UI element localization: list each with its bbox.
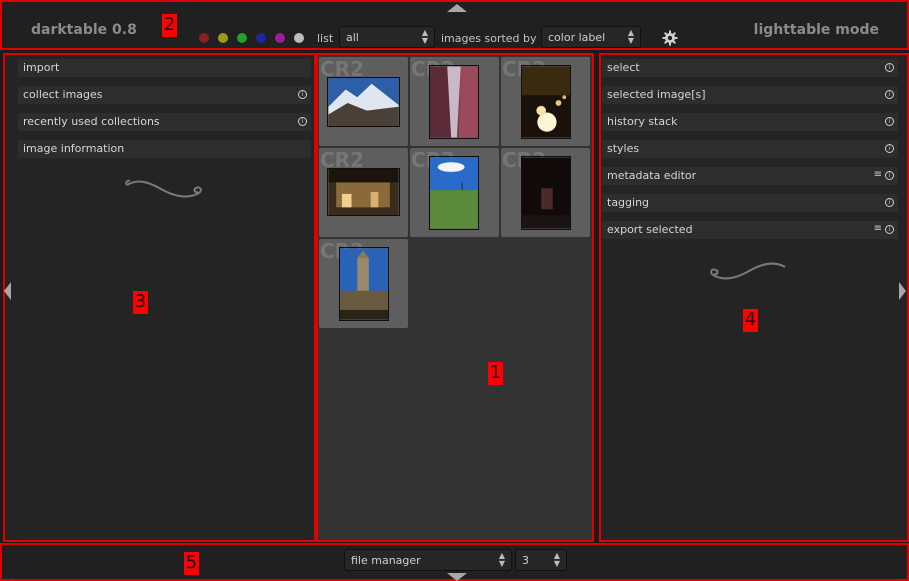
top-panel: darktable 0.8 list all ▲ ▼ images sorted …: [0, 0, 909, 50]
snowy-mountain-photo: [327, 77, 400, 127]
annotation-marker-5: 5: [184, 552, 199, 575]
module-label: export selected: [607, 223, 693, 236]
module-label: metadata editor: [607, 169, 697, 182]
red-alley-photo: [429, 65, 479, 139]
thumbnail[interactable]: CR2: [410, 148, 499, 237]
green-hill-photo: [429, 156, 479, 230]
module-collect-images[interactable]: collect images i: [18, 86, 311, 104]
right-panel: select i selected image[s] i history sta…: [599, 53, 909, 542]
presets-menu-icon[interactable]: ≡: [874, 223, 882, 234]
thumbnail[interactable]: CR2: [501, 57, 590, 146]
info-icon[interactable]: i: [885, 63, 894, 72]
module-label: selected image[s]: [607, 88, 706, 101]
color-label-purple-icon[interactable]: [275, 33, 285, 43]
ornament-swirl-icon: [710, 262, 786, 280]
view-layout-combo[interactable]: file manager ▲ ▼: [344, 549, 512, 571]
combo-arrows-icon: ▲ ▼: [421, 28, 428, 45]
zoom-value: 3: [522, 554, 529, 567]
module-label: import: [23, 61, 60, 74]
thumbnail[interactable]: CR2: [410, 57, 499, 146]
info-icon[interactable]: i: [885, 171, 894, 180]
info-icon[interactable]: i: [885, 90, 894, 99]
module-tagging[interactable]: tagging i: [602, 194, 898, 212]
presets-menu-icon[interactable]: ≡: [874, 169, 882, 180]
module-metadata-editor[interactable]: metadata editor ≡ i: [602, 167, 898, 185]
module-label: select: [607, 61, 640, 74]
list-filter-combo[interactable]: all ▲ ▼: [339, 26, 435, 48]
module-label: image information: [23, 142, 125, 155]
view-layout-value: file manager: [351, 554, 421, 567]
info-icon[interactable]: i: [885, 198, 894, 207]
thumbnail[interactable]: CR2: [501, 148, 590, 237]
combo-arrows-icon: ▲ ▼: [498, 551, 505, 568]
night-building-photo: [327, 168, 400, 216]
thumbnail[interactable]: CR2: [319, 148, 408, 237]
module-recently-used-collections[interactable]: recently used collections i: [18, 113, 311, 131]
module-styles[interactable]: styles i: [602, 140, 898, 158]
combo-arrows-icon: ▲ ▼: [627, 28, 634, 45]
module-history-stack[interactable]: history stack i: [602, 113, 898, 131]
color-label-yellow-icon[interactable]: [218, 33, 228, 43]
dark-doorway-photo: [521, 156, 571, 230]
collapse-bottom-arrow-icon[interactable]: [447, 573, 467, 581]
glowing-spheres-photo: [521, 65, 571, 139]
sorted-by-label: images sorted by: [441, 32, 537, 45]
list-filter-value: all: [346, 31, 359, 44]
module-label: recently used collections: [23, 115, 160, 128]
module-image-information[interactable]: image information: [18, 140, 311, 158]
module-export-selected[interactable]: export selected ≡ i: [602, 221, 898, 239]
module-label: tagging: [607, 196, 650, 209]
gear-icon[interactable]: [662, 30, 678, 46]
color-label-blue-icon[interactable]: [256, 33, 266, 43]
list-label: list: [317, 32, 334, 45]
info-icon[interactable]: i: [885, 144, 894, 153]
annotation-marker-1: 1: [488, 362, 503, 385]
module-selected-images[interactable]: selected image[s] i: [602, 86, 898, 104]
bottom-panel: file manager ▲ ▼ 3 ▲ ▼ 5: [0, 543, 909, 581]
info-icon[interactable]: i: [885, 225, 894, 234]
color-label-grey-icon[interactable]: [294, 33, 304, 43]
church-tower-photo: [339, 247, 389, 321]
thumbnail[interactable]: CR2: [319, 57, 408, 146]
ornament-swirl-icon: [125, 179, 202, 198]
info-icon[interactable]: i: [885, 117, 894, 126]
spinner-arrows-icon[interactable]: ▲ ▼: [554, 552, 560, 568]
module-import[interactable]: import: [18, 59, 311, 77]
module-label: styles: [607, 142, 640, 155]
sort-order-combo[interactable]: color label ▲ ▼: [541, 26, 641, 48]
collapse-right-arrow-icon[interactable]: [899, 282, 906, 300]
sort-order-value: color label: [548, 31, 606, 44]
color-label-green-icon[interactable]: [237, 33, 247, 43]
module-select[interactable]: select i: [602, 59, 898, 77]
annotation-marker-3: 3: [133, 291, 148, 314]
module-label: collect images: [23, 88, 103, 101]
info-icon[interactable]: i: [298, 90, 307, 99]
app-title: darktable 0.8: [31, 22, 137, 38]
zoom-spinner[interactable]: 3 ▲ ▼: [515, 549, 567, 571]
color-label-red-icon[interactable]: [199, 33, 209, 43]
thumbnail[interactable]: CR2: [319, 239, 408, 328]
info-icon[interactable]: i: [298, 117, 307, 126]
annotation-marker-2: 2: [162, 14, 177, 37]
annotation-marker-4: 4: [743, 309, 758, 332]
center-view: CR2 CR2 CR2 CR2: [316, 53, 594, 542]
collapse-left-arrow-icon[interactable]: [4, 282, 11, 300]
mode-title: lighttable mode: [753, 22, 879, 38]
left-panel: import collect images i recently used co…: [3, 53, 316, 542]
module-label: history stack: [607, 115, 678, 128]
collapse-top-arrow-icon[interactable]: [447, 4, 467, 12]
